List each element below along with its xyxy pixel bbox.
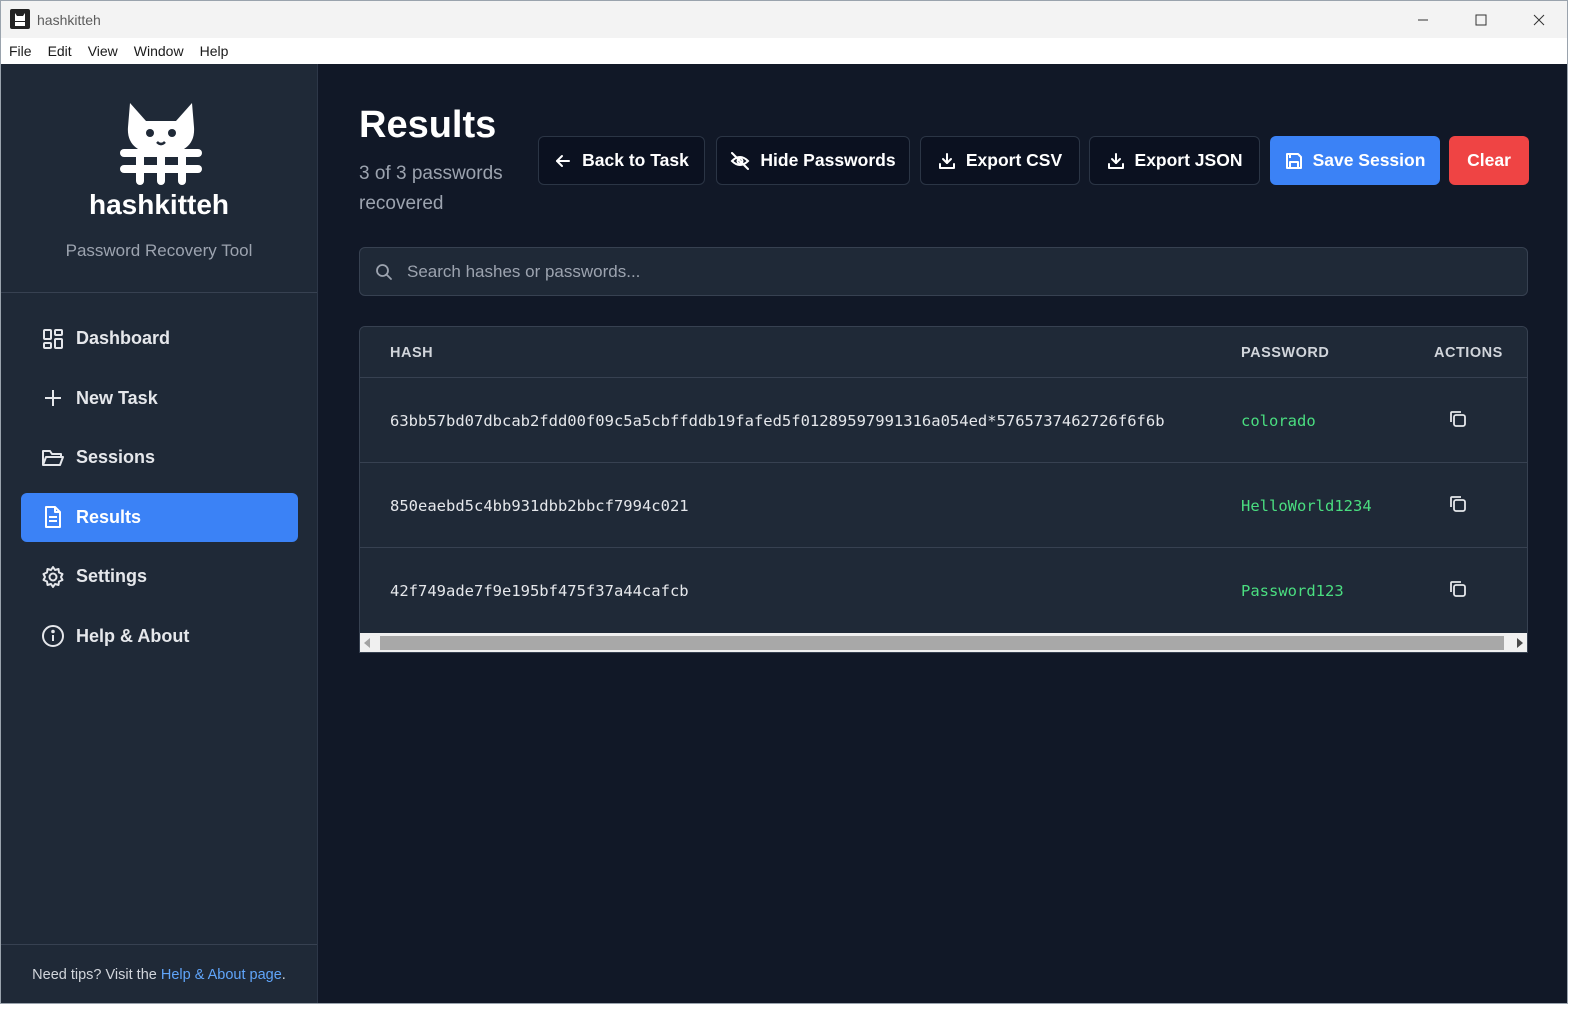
sidebar-item-help-about[interactable]: Help & About (21, 612, 298, 661)
menu-view[interactable]: View (80, 38, 126, 64)
search-input[interactable] (407, 261, 1487, 282)
clear-button[interactable]: Clear (1449, 136, 1529, 185)
gear-icon (41, 565, 65, 589)
password-cell: Password123 (1241, 582, 1344, 600)
menu-window[interactable]: Window (126, 38, 192, 64)
column-header-hash[interactable]: HASH (390, 345, 433, 361)
title-bar: hashkitteh (1, 1, 1567, 38)
sidebar-item-sessions[interactable]: Sessions (21, 433, 298, 482)
sidebar-nav: Dashboard New Task Sessions Results Sett… (21, 314, 298, 671)
password-cell: colorado (1241, 412, 1316, 430)
help-about-link[interactable]: Help & About page (161, 967, 282, 983)
sidebar-item-new-task[interactable]: New Task (21, 374, 298, 423)
hash-cell: 850eaebd5c4bb931dbb2bbcf7994c021 (390, 497, 689, 515)
menu-bar: File Edit View Window Help (1, 38, 1567, 64)
brand-name: hashkitteh (88, 189, 230, 220)
save-icon (1285, 152, 1303, 170)
sidebar-item-label: Sessions (76, 447, 156, 467)
results-table: HASH PASSWORD ACTIONS 63bb57bd07dbcab2fd… (359, 326, 1528, 653)
table-row: 850eaebd5c4bb931dbb2bbcf7994c021 HelloWo… (360, 463, 1527, 548)
horizontal-scrollbar[interactable] (360, 633, 1527, 652)
maximize-button[interactable] (1452, 1, 1510, 38)
sidebar-item-label: Results (76, 506, 142, 527)
cat-logo-icon (116, 97, 206, 189)
sidebar-item-label: New Task (76, 387, 158, 408)
copy-icon[interactable] (1447, 408, 1469, 430)
main-content: Results 3 of 3 passwords recovered Back … (319, 64, 1567, 1003)
search-bar (359, 247, 1528, 296)
search-icon (375, 263, 393, 281)
sidebar-item-label: Settings (76, 566, 148, 586)
grid-icon (41, 327, 65, 351)
sidebar-item-label: Help & About (76, 625, 190, 646)
export-csv-label: Export CSV (965, 150, 1063, 170)
sidebar-item-dashboard[interactable]: Dashboard (21, 314, 298, 363)
column-header-password[interactable]: PASSWORD (1241, 345, 1329, 361)
footer-text: Need tips? Visit the (32, 967, 161, 983)
table-header: HASH PASSWORD ACTIONS (360, 327, 1527, 378)
page-title: Results (359, 104, 497, 146)
close-window-button[interactable] (1510, 1, 1567, 38)
scroll-right-arrow-icon[interactable] (1517, 638, 1523, 648)
copy-icon[interactable] (1447, 578, 1469, 600)
minimize-button[interactable] (1394, 1, 1452, 38)
download-icon (1107, 152, 1125, 170)
save-session-button[interactable]: Save Session (1270, 136, 1440, 185)
info-icon (41, 624, 65, 648)
plus-icon (41, 386, 65, 410)
password-cell: HelloWorld1234 (1241, 497, 1372, 515)
table-row: 63bb57bd07dbcab2fdd00f09c5a5cbffddb19faf… (360, 378, 1527, 463)
save-session-label: Save Session (1312, 150, 1426, 170)
copy-icon[interactable] (1447, 493, 1469, 515)
hide-passwords-button[interactable]: Hide Passwords (716, 136, 910, 185)
export-json-label: Export JSON (1134, 150, 1243, 170)
sidebar-item-settings[interactable]: Settings (21, 552, 298, 601)
export-json-button[interactable]: Export JSON (1089, 136, 1260, 185)
sidebar-item-results[interactable]: Results (21, 492, 298, 542)
document-icon (41, 505, 65, 529)
hash-cell: 42f749ade7f9e195bf475f37a44cafcb (390, 582, 689, 600)
app-window: hashkitteh File Edit View Window Help ha… (0, 0, 1568, 1004)
hide-passwords-label: Hide Passwords (760, 150, 896, 170)
app-logo-icon (10, 9, 30, 29)
export-csv-button[interactable]: Export CSV (920, 136, 1080, 185)
column-header-actions: ACTIONS (1434, 345, 1503, 361)
menu-file[interactable]: File (1, 38, 40, 64)
back-to-task-label: Back to Task (582, 150, 689, 170)
results-summary: 3 of 3 passwords recovered (359, 163, 503, 214)
scrollbar-thumb[interactable] (380, 636, 1504, 650)
brand-subtitle: Password Recovery Tool (65, 241, 253, 260)
sidebar: hashkitteh Password Recovery Tool Dashbo… (1, 64, 318, 1003)
brand-header: hashkitteh Password Recovery Tool (1, 64, 317, 293)
hash-cell: 63bb57bd07dbcab2fdd00f09c5a5cbffddb19faf… (390, 412, 1165, 430)
sidebar-item-label: Dashboard (76, 328, 171, 348)
table-row: 42f749ade7f9e195bf475f37a44cafcb Passwor… (360, 548, 1527, 633)
footer-period: . (281, 967, 286, 983)
eye-off-icon (730, 151, 750, 170)
window-title: hashkitteh (37, 12, 101, 28)
download-icon (938, 152, 956, 170)
arrow-left-icon (554, 152, 572, 170)
scroll-left-arrow-icon[interactable] (364, 638, 370, 648)
back-to-task-button[interactable]: Back to Task (538, 136, 705, 185)
menu-help[interactable]: Help (192, 38, 237, 64)
menu-edit[interactable]: Edit (40, 38, 80, 64)
sidebar-footer: Need tips? Visit the Help & About page. (1, 944, 317, 1003)
folder-icon (41, 446, 65, 470)
